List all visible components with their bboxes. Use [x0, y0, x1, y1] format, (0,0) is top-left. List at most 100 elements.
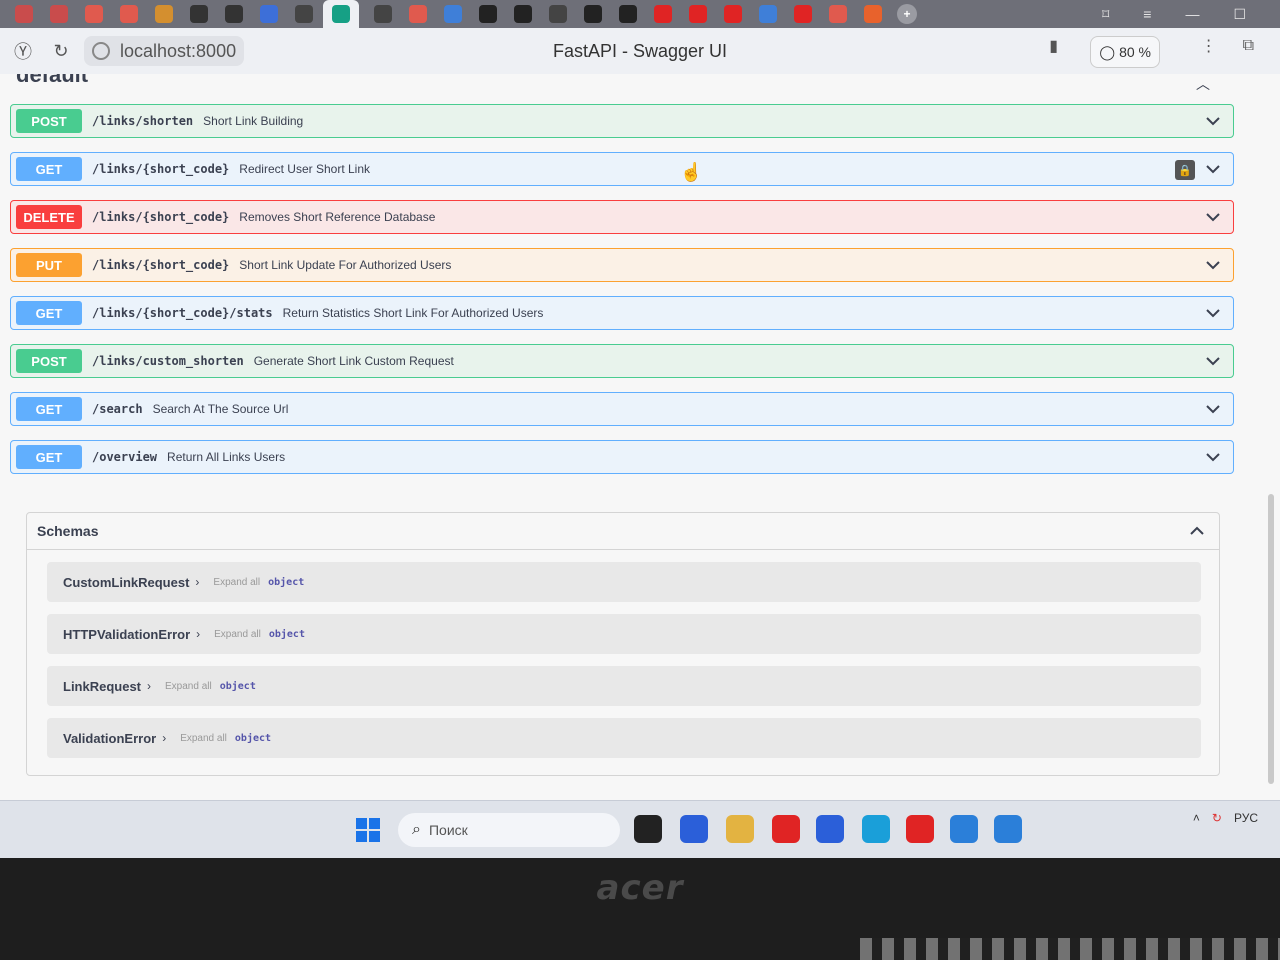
method-badge: GET — [16, 445, 82, 469]
new-tab-icon[interactable]: + — [897, 4, 917, 24]
chevron-down-icon[interactable] — [1205, 449, 1221, 465]
schemas-title: Schemas — [37, 523, 99, 539]
minimize-button[interactable]: — — [1185, 6, 1199, 22]
operation-post[interactable]: POST/links/custom_shorten Generate Short … — [10, 344, 1234, 378]
tab-favicon — [584, 5, 602, 23]
bookmark-icon[interactable]: ▮ — [1049, 36, 1058, 56]
model-row[interactable]: HTTPValidationError › Expand all object — [47, 614, 1201, 654]
section-title[interactable]: default — [16, 74, 88, 88]
store-icon[interactable] — [816, 815, 844, 843]
taskbar-search[interactable]: ⌕ Поиск — [398, 813, 620, 847]
chevron-right-icon[interactable]: › — [195, 575, 199, 589]
model-row[interactable]: CustomLinkRequest › Expand all object — [47, 562, 1201, 602]
bug-icon[interactable] — [547, 4, 569, 24]
rocket-icon[interactable] — [862, 4, 884, 24]
translate-icon[interactable]: ⧉ — [1243, 37, 1254, 55]
code-icon[interactable] — [188, 4, 210, 24]
model-row[interactable]: ValidationError › Expand all object — [47, 718, 1201, 758]
tab-favicon — [260, 5, 278, 23]
model-name[interactable]: HTTPValidationError — [63, 627, 190, 642]
chevron-down-icon[interactable] — [1205, 257, 1221, 273]
url-field[interactable]: localhost:8000 — [84, 36, 245, 66]
chevron-down-icon[interactable] — [1205, 113, 1221, 129]
models-list: CustomLinkRequest › Expand all object HTTPVa… — [27, 562, 1219, 758]
chevron-right-icon[interactable]: › — [147, 679, 151, 693]
expand-all-link[interactable]: Expand all — [180, 733, 227, 744]
operation-delete[interactable]: DELETE/links/{short_code} Removes Short R… — [10, 200, 1234, 234]
github-icon[interactable] — [617, 4, 639, 24]
expand-all-link[interactable]: Expand all — [214, 629, 261, 640]
x-icon[interactable] — [582, 4, 604, 24]
expand-all-link[interactable]: Expand all — [213, 577, 260, 588]
folder-icon[interactable] — [726, 815, 754, 843]
more-icon[interactable]: ⋮ — [1201, 36, 1217, 56]
chevron-down-icon[interactable] — [1205, 161, 1221, 177]
github-icon[interactable] — [477, 4, 499, 24]
menu-icon[interactable]: ≡ — [1143, 6, 1151, 22]
tab-favicon — [654, 5, 672, 23]
youtube-icon[interactable] — [652, 4, 674, 24]
dot-icon[interactable] — [223, 4, 245, 24]
operation-get[interactable]: GET/search Search At The Source Url — [10, 392, 1234, 426]
site-info-icon[interactable] — [92, 42, 110, 60]
gear-icon[interactable] — [293, 4, 315, 24]
yandex-home-icon[interactable]: Ⓨ — [8, 36, 38, 66]
chevron-up-icon[interactable] — [1189, 523, 1205, 539]
bug-icon[interactable] — [372, 4, 394, 24]
expand-all-link[interactable]: Expand all — [165, 681, 212, 692]
operation-summary: Short Link Building — [203, 114, 304, 128]
yandex-icon[interactable] — [83, 4, 105, 24]
reload-icon[interactable]: ↻ — [46, 36, 76, 66]
windows-start-icon[interactable] — [356, 818, 380, 842]
schemas-header[interactable]: Schemas — [27, 513, 1219, 550]
youtube-icon[interactable] — [687, 4, 709, 24]
bookmark-tab-icon[interactable]: ⌑ — [1102, 6, 1109, 23]
model-name[interactable]: ValidationError — [63, 731, 156, 746]
chevron-right-icon[interactable]: › — [196, 627, 200, 641]
operation-get[interactable]: GET/links/{short_code} Redirect User Shor… — [10, 152, 1234, 186]
operation-post[interactable]: POST/links/shorten Short Link Building — [10, 104, 1234, 138]
yandex-icon[interactable] — [118, 4, 140, 24]
edge-icon[interactable] — [862, 815, 890, 843]
fastapi-icon[interactable] — [323, 0, 359, 28]
zoom-button[interactable]: ◯ 80 % — [1090, 36, 1160, 68]
youtube-icon[interactable] — [722, 4, 744, 24]
operation-get[interactable]: GET/overview Return All Links Users — [10, 440, 1234, 474]
lock-icon[interactable]: 🔒 — [1175, 160, 1195, 180]
chevron-down-icon[interactable] — [1205, 401, 1221, 417]
vscode-icon[interactable] — [950, 815, 978, 843]
yandex-icon[interactable] — [827, 4, 849, 24]
yandex-icon[interactable] — [407, 4, 429, 24]
s-icon[interactable] — [258, 4, 280, 24]
tab-favicon — [444, 5, 462, 23]
model-name[interactable]: CustomLinkRequest — [63, 575, 189, 590]
scrollbar[interactable] — [1268, 494, 1274, 784]
chevron-down-icon[interactable] — [1205, 209, 1221, 225]
chevron-down-icon[interactable] — [1205, 353, 1221, 369]
check-icon[interactable] — [442, 4, 464, 24]
sync-icon[interactable]: ↻ — [1212, 811, 1222, 825]
meet-icon[interactable] — [680, 815, 708, 843]
operation-get[interactable]: GET/links/{short_code}/stats Return Stati… — [10, 296, 1234, 330]
mail-icon[interactable] — [13, 4, 35, 24]
chevron-up-icon[interactable]: ˄ — [1193, 811, 1200, 825]
github-icon[interactable] — [512, 4, 534, 24]
image-icon[interactable] — [153, 4, 175, 24]
chevron-down-icon[interactable] — [1205, 305, 1221, 321]
puzzle-icon[interactable] — [757, 4, 779, 24]
model-row[interactable]: LinkRequest › Expand all object — [47, 666, 1201, 706]
maximize-button[interactable]: ☐ — [1233, 6, 1246, 23]
operation-path: /links/{short_code} — [92, 162, 230, 176]
model-name[interactable]: LinkRequest — [63, 679, 141, 694]
chevron-right-icon[interactable]: › — [162, 731, 166, 745]
language-indicator[interactable]: РУС — [1234, 811, 1258, 825]
yandex-icon[interactable] — [906, 815, 934, 843]
yandex-browser-icon[interactable] — [772, 815, 800, 843]
task-view-icon[interactable] — [634, 815, 662, 843]
operation-put[interactable]: PUT/links/{short_code} Short Link Update … — [10, 248, 1234, 282]
mail-icon[interactable] — [48, 4, 70, 24]
app-icon[interactable] — [994, 815, 1022, 843]
play-icon[interactable] — [792, 4, 814, 24]
section-collapse-icon[interactable]: ︿ — [1196, 74, 1210, 94]
comment-icon: ◯ — [1099, 43, 1116, 60]
